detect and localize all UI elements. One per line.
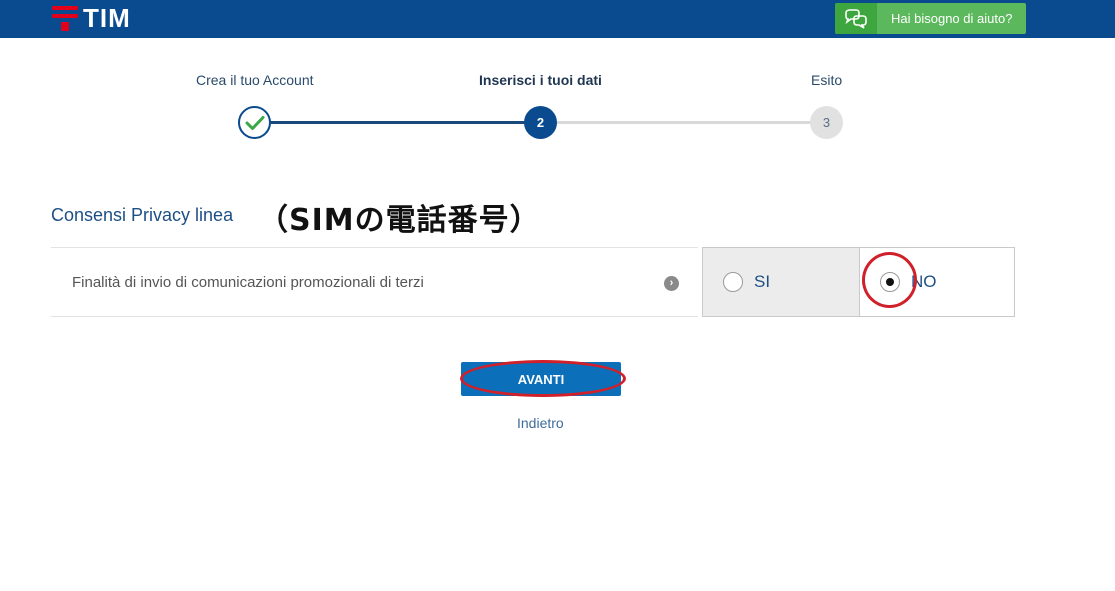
info-chevron-icon[interactable]: › (664, 276, 679, 291)
step-connector-pending (556, 121, 812, 124)
step-3-label: Esito (811, 72, 843, 88)
step-3-circle: 3 (810, 106, 843, 139)
tim-logo-icon (52, 5, 78, 31)
step-1-circle (238, 106, 271, 139)
annotation-text: （SIMの電話番号） (258, 203, 541, 238)
step-2-circle: 2 (524, 106, 557, 139)
radio-no[interactable] (880, 272, 900, 292)
step-connector-completed (270, 121, 526, 124)
logo-text: TIM (83, 3, 131, 33)
top-header: TIM Hai bisogno di aiuto? (0, 0, 1115, 38)
help-label: Hai bisogno di aiuto? (891, 11, 1013, 26)
consent-row: Finalità di invio di comunicazioni promo… (51, 247, 698, 317)
chat-bubbles-icon (835, 3, 877, 34)
consent-text: Finalità di invio di comunicazioni promo… (72, 274, 424, 291)
tim-logo[interactable]: TIM (52, 5, 131, 31)
radio-si[interactable] (723, 272, 743, 292)
option-si-label: SI (754, 272, 771, 291)
checkmark-icon (245, 115, 264, 130)
consent-option-si[interactable]: SI (702, 247, 860, 317)
section-title: Consensi Privacy linea (51, 205, 234, 225)
back-link[interactable]: Indietro (517, 415, 564, 431)
avanti-button[interactable]: AVANTI (461, 362, 621, 396)
help-button[interactable]: Hai bisogno di aiuto? (835, 3, 1026, 34)
step-2-label: Inserisci i tuoi dati (479, 72, 602, 88)
consent-option-no[interactable]: NO (859, 247, 1015, 317)
option-no-label: NO (911, 272, 937, 291)
step-1-label: Crea il tuo Account (196, 72, 314, 88)
